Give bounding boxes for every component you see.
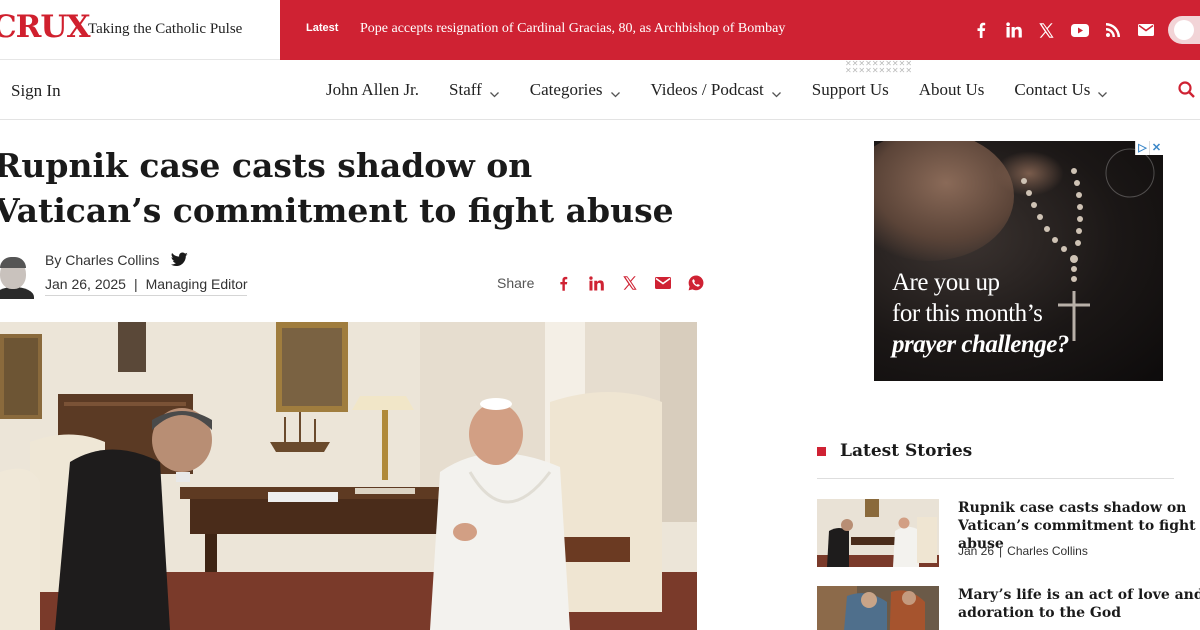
- nav-item-contact-us[interactable]: Contact Us: [1014, 80, 1108, 100]
- brand-area: CRUX Taking the Catholic Pulse: [0, 0, 280, 60]
- share-buttons: [547, 273, 712, 293]
- linkedin-icon[interactable]: [997, 16, 1030, 44]
- avatar-shoulders: [0, 287, 34, 299]
- youtube-icon[interactable]: [1063, 16, 1096, 44]
- story-thumbnail-image: [817, 586, 939, 630]
- x-icon[interactable]: [1030, 16, 1063, 44]
- story-item[interactable]: Rupnik case casts shadow on Vatican’s co…: [817, 499, 1200, 569]
- story-meta: Jan 26 | Charles Collins: [958, 544, 1088, 558]
- article-meta: Jan 26, 2025 | Managing Editor: [45, 276, 248, 296]
- chevron-down-icon: [610, 85, 621, 97]
- share-email-icon[interactable]: [646, 273, 679, 293]
- site-logo[interactable]: CRUX: [0, 9, 91, 45]
- sign-in-link[interactable]: Sign In: [11, 81, 61, 101]
- nav-item-label: Staff: [449, 80, 482, 99]
- latest-stories-title: Latest Stories: [840, 441, 973, 461]
- dark-mode-toggle[interactable]: [1168, 16, 1200, 44]
- facebook-icon[interactable]: [964, 16, 997, 44]
- latest-headline-link[interactable]: Pope accepts resignation of Cardinal Gra…: [360, 21, 785, 37]
- top-bar: CRUX Taking the Catholic Pulse Latest Po…: [0, 0, 1200, 60]
- search-icon[interactable]: [1178, 81, 1195, 103]
- author-byline[interactable]: By Charles Collins: [45, 252, 159, 268]
- story-thumbnail[interactable]: [817, 586, 939, 630]
- share-facebook-icon[interactable]: [547, 273, 580, 293]
- section-marker-icon: [817, 446, 826, 456]
- nav-item-label: Videos / Podcast: [650, 80, 764, 99]
- author-avatar[interactable]: [0, 257, 34, 299]
- twitter-icon[interactable]: [170, 252, 188, 272]
- hero-illustration: [0, 322, 697, 630]
- story-date: Jan 26: [958, 544, 995, 558]
- main-nav: Sign In ✕✕✕✕✕✕✕✕✕✕ ✕✕✕✕✕✕✕✕✕✕ John Allen …: [0, 60, 1200, 120]
- story-title[interactable]: Mary’s life is an act of love and adorat…: [958, 586, 1200, 622]
- close-icon[interactable]: ✕: [1149, 141, 1163, 155]
- ad-line: prayer challenge?: [892, 331, 1069, 358]
- story-author[interactable]: Charles Collins: [1007, 544, 1088, 558]
- nav-item-videos-podcast[interactable]: Videos / Podcast: [651, 80, 782, 100]
- site-tagline: Taking the Catholic Pulse: [88, 21, 243, 37]
- share-linkedin-icon[interactable]: [580, 273, 613, 293]
- meta-separator: |: [133, 276, 138, 292]
- share-x-icon[interactable]: [613, 273, 646, 293]
- nav-item-label: Contact Us: [1014, 80, 1091, 99]
- social-links: [964, 16, 1162, 44]
- chevron-down-icon: [489, 85, 500, 97]
- chevron-down-icon: [1097, 85, 1108, 97]
- nav-item-about-us[interactable]: About Us: [919, 80, 985, 100]
- nav-item-categories[interactable]: Categories: [530, 80, 621, 100]
- nav-item-john-allen[interactable]: John Allen Jr.: [326, 80, 419, 100]
- decorative-pattern: ✕✕✕✕✕✕✕✕✕✕ ✕✕✕✕✕✕✕✕✕✕: [845, 59, 913, 75]
- nav-item-label: Support Us: [811, 80, 889, 99]
- share-whatsapp-icon[interactable]: [679, 273, 712, 293]
- ad-line: for this month’s: [892, 300, 1043, 327]
- rss-icon[interactable]: [1096, 16, 1129, 44]
- nav-item-label: John Allen Jr.: [326, 80, 420, 99]
- ad-line: Are you up: [892, 269, 1000, 296]
- nav-items: John Allen Jr. Staff Categories Videos /…: [326, 80, 1138, 100]
- nav-item-label: About Us: [918, 80, 985, 99]
- latest-label: Latest: [306, 22, 339, 34]
- sidebar-ad[interactable]: Are you up for this month’s prayer chall…: [874, 141, 1163, 381]
- story-thumbnail[interactable]: [817, 499, 939, 567]
- nav-item-support-us[interactable]: Support Us: [812, 80, 889, 100]
- chevron-down-icon: [771, 85, 782, 97]
- email-icon[interactable]: [1129, 16, 1162, 44]
- latest-stories-heading: Latest Stories: [817, 441, 972, 461]
- ad-copy: Are you up for this month’s prayer chall…: [892, 267, 1069, 360]
- nav-item-label: Categories: [529, 80, 603, 99]
- ad-choices-badge[interactable]: ▷ ✕: [1135, 141, 1163, 155]
- article-date: Jan 26, 2025: [45, 276, 126, 292]
- toggle-knob: [1174, 20, 1194, 40]
- article-title: Rupnik case casts shadow on Vatican’s co…: [0, 146, 674, 230]
- nav-item-staff[interactable]: Staff: [449, 80, 500, 100]
- author-role: Managing Editor: [145, 276, 248, 292]
- share-label: Share: [497, 275, 535, 291]
- meta-separator: |: [999, 544, 1003, 558]
- avatar-hair: [0, 257, 26, 268]
- latest-ticker-bar: Latest Pope accepts resignation of Cardi…: [280, 0, 1200, 60]
- divider: [817, 478, 1174, 479]
- story-item[interactable]: Mary’s life is an act of love and adorat…: [817, 586, 1200, 630]
- story-thumbnail-image: [817, 499, 939, 567]
- adchoices-icon[interactable]: ▷: [1135, 141, 1149, 155]
- article-hero-image: [0, 322, 697, 630]
